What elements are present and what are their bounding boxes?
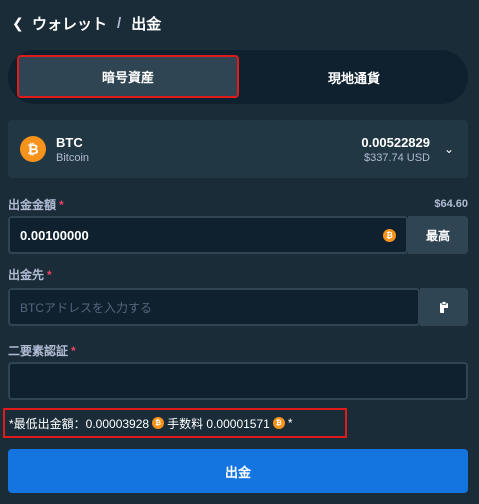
tab-local-currency[interactable]: 現地通貨	[245, 55, 463, 99]
destination-label: 出金先 *	[8, 266, 52, 283]
amount-input[interactable]: 0.00100000 ₿	[8, 216, 408, 254]
asset-balance-usd: $337.74 USD	[363, 151, 430, 164]
min-info-suffix: *	[287, 416, 293, 430]
amount-value[interactable]: 0.00100000	[10, 228, 383, 243]
minimum-withdrawal-info: *最低出金額：0.00003928 ₿ 手数料 0.00001571 ₿ *	[3, 408, 347, 438]
bitcoin-icon: ₿	[272, 417, 285, 429]
breadcrumb: ❮ ウォレット / 出金	[12, 10, 161, 36]
withdraw-button[interactable]: 出金	[8, 449, 468, 493]
required-mark: *	[47, 268, 52, 282]
bitcoin-icon: ₿	[152, 417, 165, 429]
page-title: 出金	[131, 15, 162, 33]
asset-balance: 0.00522829	[361, 134, 430, 150]
amount-usd-value: $64.60	[434, 198, 468, 210]
tab-crypto[interactable]: 暗号資産	[17, 55, 239, 98]
bitcoin-icon: ₿	[20, 136, 46, 162]
address-input[interactable]: BTCアドレスを入力する	[8, 288, 420, 326]
breadcrumb-parent[interactable]: ウォレット	[32, 13, 107, 34]
breadcrumb-separator: /	[117, 14, 122, 32]
currency-type-tabs: 暗号資産 現地通貨	[8, 50, 468, 104]
address-placeholder[interactable]: BTCアドレスを入力する	[10, 299, 418, 316]
chevron-left-icon[interactable]: ❮	[12, 15, 24, 32]
chevron-down-icon[interactable]: ⌄	[442, 142, 456, 156]
required-mark: *	[71, 344, 76, 358]
twofa-label: 二要素認証 *	[8, 342, 76, 359]
required-mark: *	[59, 198, 64, 212]
asset-symbol: BTC	[56, 134, 83, 150]
destination-label-text: 出金先	[8, 268, 45, 282]
twofa-input[interactable]	[8, 362, 468, 400]
amount-label: 出金金額 *	[8, 196, 64, 213]
clipboard-icon	[440, 300, 448, 313]
asset-selector[interactable]: ₿ BTC Bitcoin 0.00522829 $337.74 USD ⌄	[8, 120, 468, 178]
min-amount-text: *最低出金額：0.00003928	[9, 416, 150, 431]
bitcoin-icon: ₿	[383, 228, 396, 242]
twofa-label-text: 二要素認証	[8, 344, 69, 358]
paste-button[interactable]	[420, 288, 468, 326]
max-button[interactable]: 最高	[408, 216, 468, 254]
asset-name: Bitcoin	[56, 151, 90, 164]
amount-label-text: 出金金額	[8, 198, 57, 212]
fee-text: 手数料 0.00001571	[167, 416, 270, 431]
